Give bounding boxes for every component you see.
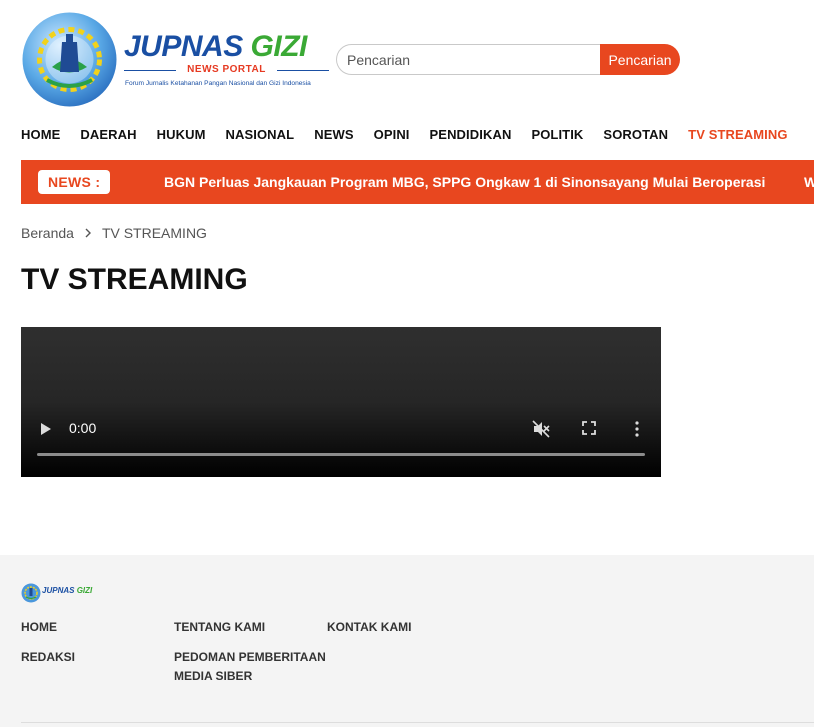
video-time: 0:00 <box>69 420 97 436</box>
footer-logo-text: JUPNAS GIZI <box>42 586 92 595</box>
news-ticker: NEWS : BGN Perluas Jangkauan Program MBG… <box>21 160 814 204</box>
footer-link-pedoman-line1[interactable]: PEDOMAN PEMBERITAAN <box>174 648 326 667</box>
footer-link-pedoman-line2[interactable]: MEDIA SIBER <box>174 667 252 686</box>
footer-logo-part2: GIZI <box>76 586 93 595</box>
nav-item-daerah[interactable]: DAERAH <box>80 124 136 146</box>
search-input[interactable] <box>336 44 606 75</box>
fullscreen-icon[interactable] <box>581 420 597 436</box>
nav-item-news[interactable]: NEWS <box>314 124 353 146</box>
logo-emblem-icon[interactable] <box>22 12 117 107</box>
page-title: TV STREAMING <box>21 263 248 296</box>
main-nav: HOME DAERAH HUKUM NASIONAL NEWS OPINI PE… <box>21 124 808 146</box>
nav-item-tv-streaming[interactable]: TV STREAMING <box>688 124 787 146</box>
nav-item-politik[interactable]: POLITIK <box>531 124 583 146</box>
footer-link-redaksi[interactable]: REDAKSI <box>21 648 75 667</box>
nav-item-pendidikan[interactable]: PENDIDIKAN <box>430 124 512 146</box>
search-bar: Pencarian <box>336 44 680 75</box>
search-button[interactable]: Pencarian <box>600 44 680 75</box>
logo-title-part1: JUPNAS <box>124 30 243 63</box>
nav-item-home[interactable]: HOME <box>21 124 60 146</box>
breadcrumb-current: TV STREAMING <box>101 225 207 241</box>
footer-logo-emblem-icon <box>21 583 41 603</box>
video-player[interactable]: 0:00 <box>21 327 661 477</box>
ticker-next-headline[interactable]: W <box>804 160 814 204</box>
nav-item-sorotan[interactable]: SOROTAN <box>603 124 668 146</box>
footer-logo[interactable]: JUPNAS GIZI <box>21 583 92 605</box>
nav-item-hukum[interactable]: HUKUM <box>157 124 206 146</box>
video-progress-bar[interactable] <box>37 453 645 456</box>
logo-title-part2: GIZI <box>250 30 308 63</box>
nav-item-nasional[interactable]: NASIONAL <box>226 124 295 146</box>
footer-logo-part1: JUPNAS <box>42 586 75 595</box>
breadcrumb-home-link[interactable]: Beranda <box>21 225 74 241</box>
ticker-label: NEWS : <box>38 170 111 194</box>
ticker-headline[interactable]: BGN Perluas Jangkauan Program MBG, SPPG … <box>164 160 765 204</box>
footer-link-kontak-kami[interactable]: KONTAK KAMI <box>327 618 411 637</box>
breadcrumb: Beranda TV STREAMING <box>21 224 207 242</box>
footer-divider <box>21 722 814 723</box>
chevron-right-icon <box>85 228 91 238</box>
footer-link-tentang-kami[interactable]: TENTANG KAMI <box>174 618 265 637</box>
logo-subtitle: NEWS PORTAL <box>124 64 329 76</box>
logo-title: JUPNAS GIZI <box>124 30 307 64</box>
footer-link-home[interactable]: HOME <box>21 618 57 637</box>
nav-item-opini[interactable]: OPINI <box>374 124 410 146</box>
muted-icon[interactable] <box>531 419 551 439</box>
logo-tagline: Forum Jurnalis Ketahanan Pangan Nasional… <box>125 80 311 87</box>
site-footer: JUPNAS GIZI HOME TENTANG KAMI KONTAK KAM… <box>0 555 814 727</box>
more-options-icon[interactable] <box>633 420 641 438</box>
site-header: JUPNAS GIZI NEWS PORTAL Forum Jurnalis K… <box>0 0 814 115</box>
logo-wordmark[interactable]: JUPNAS GIZI NEWS PORTAL Forum Jurnalis K… <box>124 30 332 94</box>
play-icon[interactable] <box>39 421 53 437</box>
